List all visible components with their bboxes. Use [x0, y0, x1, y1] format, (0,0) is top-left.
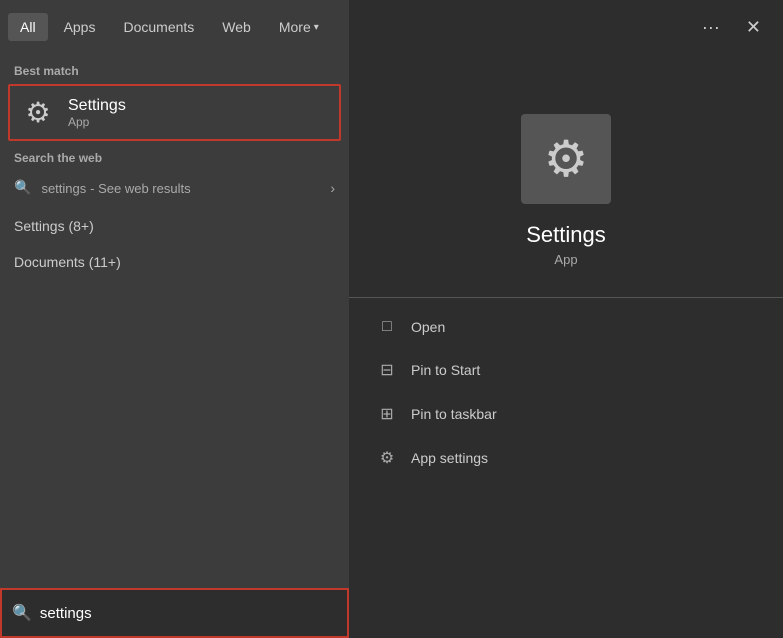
- app-settings-menu-item[interactable]: ⚙ App settings: [369, 436, 763, 480]
- pin-taskbar-icon: ⊞: [377, 404, 397, 424]
- app-type-large: App: [554, 252, 577, 267]
- results-area: Best match ⚙ Settings App Search the web…: [0, 54, 349, 638]
- tab-more[interactable]: More ▾: [267, 13, 331, 41]
- app-settings-icon: ⚙: [377, 448, 397, 468]
- search-icon: 🔍: [14, 179, 31, 196]
- search-input[interactable]: [40, 605, 337, 622]
- best-match-text: Settings App: [68, 97, 126, 129]
- tab-apps[interactable]: Apps: [52, 13, 108, 41]
- best-match-subtitle: App: [68, 115, 126, 129]
- category-documents[interactable]: Documents (11+): [0, 244, 349, 280]
- arrow-right-icon: ›: [330, 180, 335, 196]
- web-search-left: 🔍 settings - See web results: [14, 179, 191, 196]
- tab-documents[interactable]: Documents: [111, 13, 206, 41]
- web-search-text: settings - See web results: [41, 180, 190, 196]
- best-match-label: Best match: [0, 54, 349, 84]
- divider: [349, 297, 783, 298]
- gear-large-icon: ⚙: [544, 130, 589, 188]
- chevron-down-icon: ▾: [314, 22, 319, 33]
- open-menu-item[interactable]: □ Open: [369, 306, 763, 348]
- search-box-icon: 🔍: [12, 603, 32, 623]
- pin-start-icon: ⊟: [377, 360, 397, 380]
- web-search-label: Search the web: [0, 151, 349, 171]
- web-search-section: Search the web 🔍 settings - See web resu…: [0, 141, 349, 208]
- right-top-bar: ··· ✕: [349, 0, 783, 54]
- settings-icon: ⚙: [22, 96, 54, 129]
- pin-to-start-menu-item[interactable]: ⊟ Pin to Start: [369, 348, 763, 392]
- app-large-icon: ⚙: [521, 114, 611, 204]
- open-icon: □: [377, 318, 397, 336]
- app-preview: ⚙ Settings App: [521, 54, 611, 297]
- web-search-item[interactable]: 🔍 settings - See web results ›: [0, 171, 349, 204]
- tabs-bar: All Apps Documents Web More ▾: [0, 0, 349, 54]
- ellipsis-icon: ···: [702, 17, 720, 37]
- three-dots-button[interactable]: ···: [694, 11, 728, 44]
- search-panel: All Apps Documents Web More ▾ Best match…: [0, 0, 349, 638]
- best-match-title: Settings: [68, 97, 126, 115]
- right-panel: ··· ✕ ⚙ Settings App □ Open ⊟ Pin to Sta…: [349, 0, 783, 638]
- app-name-large: Settings: [526, 222, 606, 248]
- search-box-container: 🔍: [0, 588, 349, 638]
- pin-to-taskbar-menu-item[interactable]: ⊞ Pin to taskbar: [369, 392, 763, 436]
- context-menu: □ Open ⊟ Pin to Start ⊞ Pin to taskbar ⚙…: [349, 306, 783, 480]
- close-icon: ✕: [746, 17, 761, 37]
- best-match-item[interactable]: ⚙ Settings App: [8, 84, 341, 141]
- tab-all[interactable]: All: [8, 13, 48, 41]
- close-button[interactable]: ✕: [736, 11, 771, 44]
- category-settings[interactable]: Settings (8+): [0, 208, 349, 244]
- tab-web[interactable]: Web: [210, 13, 263, 41]
